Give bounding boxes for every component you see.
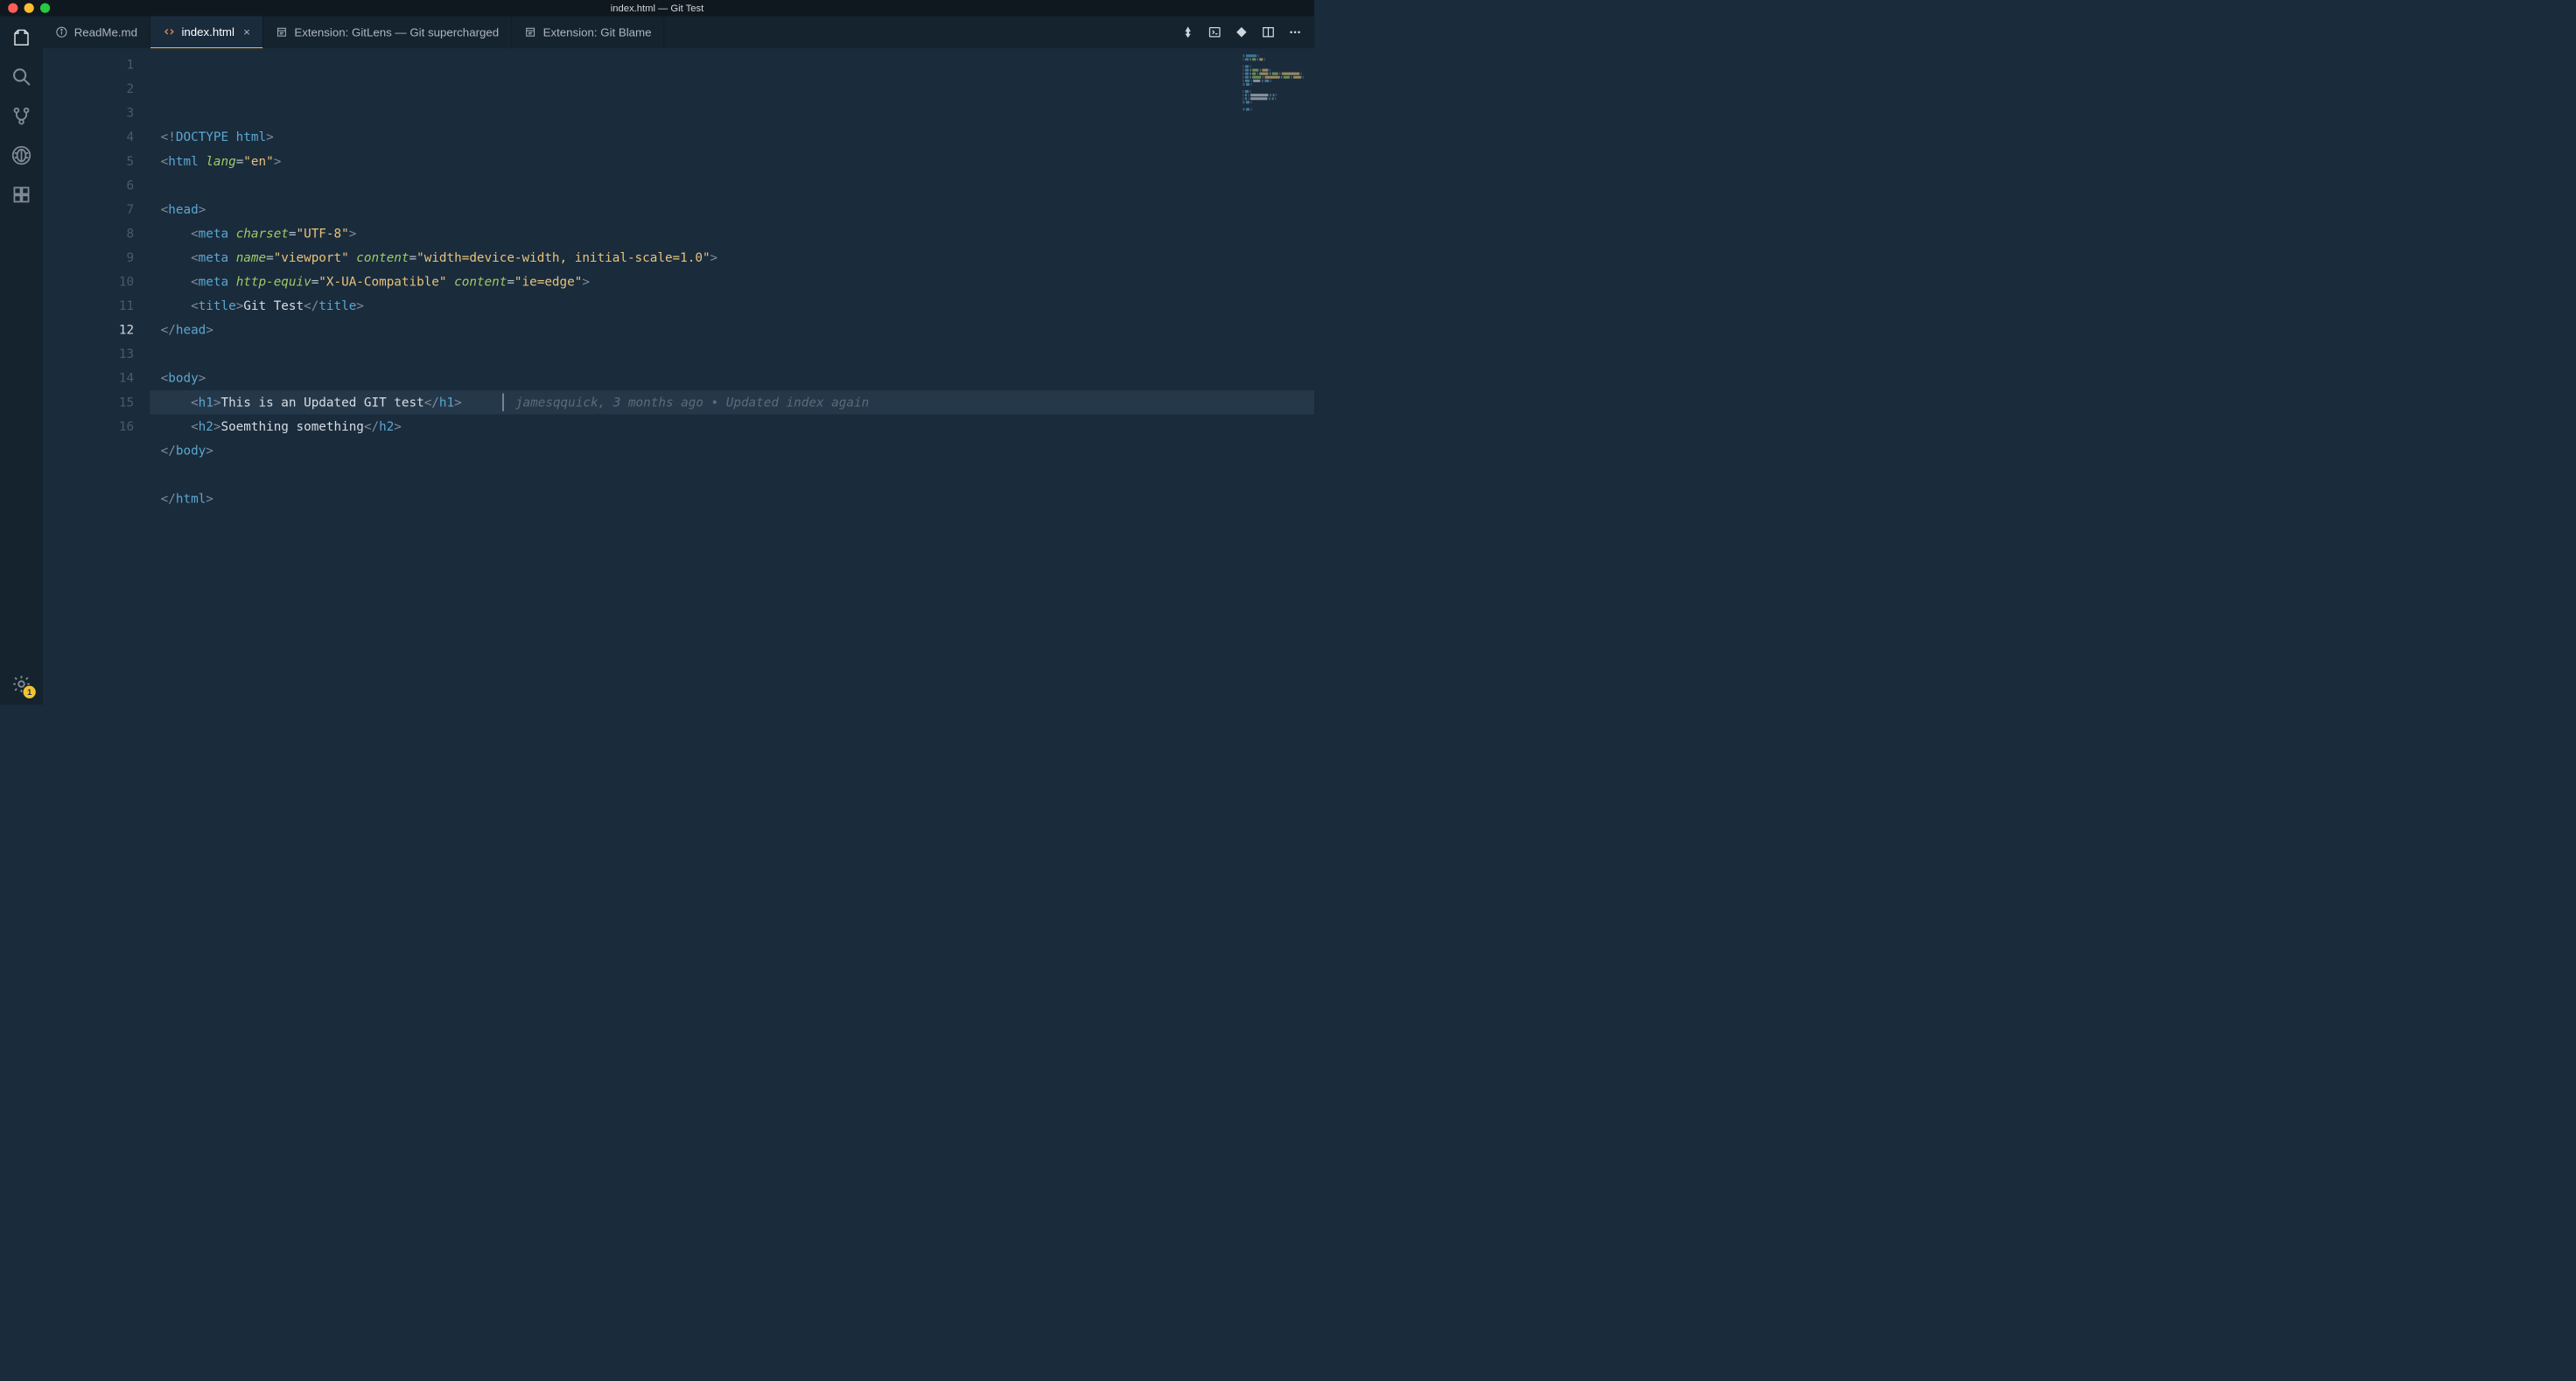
window-maximize-button[interactable]	[40, 4, 50, 13]
text-cursor	[502, 393, 503, 410]
code-line[interactable]: <meta name="viewport" content="width=dev…	[150, 246, 1314, 270]
extensions-icon[interactable]	[10, 183, 33, 207]
tab-readme-md[interactable]: ReadMe.md	[43, 16, 150, 48]
tab-label: ReadMe.md	[74, 25, 137, 39]
line-number: 15	[43, 390, 134, 415]
gitlens-icon[interactable]	[1234, 25, 1249, 39]
code-line[interactable]: <meta charset="UTF-8">	[150, 221, 1314, 246]
explorer-icon[interactable]	[10, 26, 33, 50]
code-area[interactable]: <!DOCTYPE html><html lang="en"> <head> <m…	[150, 48, 1314, 705]
window-controls	[0, 4, 50, 13]
compare-changes-icon[interactable]	[1180, 25, 1195, 39]
line-number: 1	[43, 53, 134, 77]
tab-bar: ReadMe.md index.html × Extension: GitLens —…	[43, 16, 1314, 48]
titlebar: index.html — Git Test	[0, 0, 1314, 16]
window-minimize-button[interactable]	[24, 4, 34, 13]
tab-label: Extension: GitLens — Git supercharged	[294, 25, 499, 39]
code-line[interactable]: <title>Git Test</title>	[150, 294, 1314, 319]
source-control-icon[interactable]	[10, 104, 33, 128]
line-number: 8	[43, 221, 134, 246]
line-number: 9	[43, 246, 134, 270]
line-number: 4	[43, 125, 134, 150]
code-line[interactable]	[150, 342, 1314, 367]
settings-badge: 1	[24, 686, 36, 698]
line-number: 11	[43, 294, 134, 319]
info-icon	[55, 26, 67, 39]
close-icon[interactable]: ×	[243, 25, 250, 39]
code-line[interactable]	[150, 173, 1314, 198]
gitlens-blame: jamesqquick, 3 months ago • Updated inde…	[515, 390, 869, 415]
debug-icon[interactable]	[10, 144, 33, 167]
code-line[interactable]: <html lang="en">	[150, 149, 1314, 173]
line-number: 16	[43, 414, 134, 438]
code-line[interactable]: <head>	[150, 198, 1314, 222]
code-line[interactable]: <meta http-equiv="X-UA-Compatible" conte…	[150, 270, 1314, 294]
tab-label: index.html	[181, 25, 234, 39]
split-editor-icon[interactable]	[1261, 25, 1276, 39]
line-number: 7	[43, 198, 134, 222]
line-number: 14	[43, 366, 134, 390]
window-title: index.html — Git Test	[0, 3, 1314, 14]
code-line[interactable]: </body>	[150, 438, 1314, 463]
line-number: 3	[43, 101, 134, 125]
code-icon	[163, 25, 175, 38]
editor-actions	[1169, 16, 1314, 48]
settings-icon[interactable]: 1	[10, 672, 33, 696]
window-close-button[interactable]	[8, 4, 18, 13]
search-icon[interactable]	[10, 65, 33, 88]
activity-bar: 1	[0, 16, 43, 705]
code-line[interactable]	[150, 463, 1314, 487]
preview-icon	[524, 26, 536, 39]
preview-icon	[276, 26, 288, 39]
line-number: 10	[43, 270, 134, 294]
line-number: 2	[43, 77, 134, 102]
line-number: 12	[43, 318, 134, 342]
code-line[interactable]: <h1>This is an Updated GIT test</h1>jame…	[150, 390, 1314, 415]
tab-extension-git-blame[interactable]: Extension: Git Blame	[512, 16, 664, 48]
code-line[interactable]: <!DOCTYPE html>	[150, 125, 1314, 150]
code-line[interactable]: </head>	[150, 318, 1314, 342]
tab-extension-gitlens-git-supercharged[interactable]: Extension: GitLens — Git supercharged	[263, 16, 512, 48]
code-line[interactable]: </html>	[150, 487, 1314, 511]
line-number: 13	[43, 342, 134, 367]
tab-label: Extension: Git Blame	[543, 25, 652, 39]
code-line[interactable]: <body>	[150, 366, 1314, 390]
line-number: 5	[43, 149, 134, 173]
editor-group: ReadMe.md index.html × Extension: GitLens —…	[43, 16, 1314, 705]
line-number: 6	[43, 173, 134, 198]
minimap[interactable]	[1242, 54, 1305, 99]
more-actions-icon[interactable]	[1287, 25, 1302, 39]
editor[interactable]: 12345678910111213141516 <!DOCTYPE html><…	[43, 48, 1314, 705]
tab-index-html[interactable]: index.html ×	[150, 16, 263, 48]
code-line[interactable]: <h2>Soemthing something</h2>	[150, 414, 1314, 438]
open-changes-icon[interactable]	[1208, 25, 1222, 39]
line-number-gutter: 12345678910111213141516	[43, 48, 150, 705]
